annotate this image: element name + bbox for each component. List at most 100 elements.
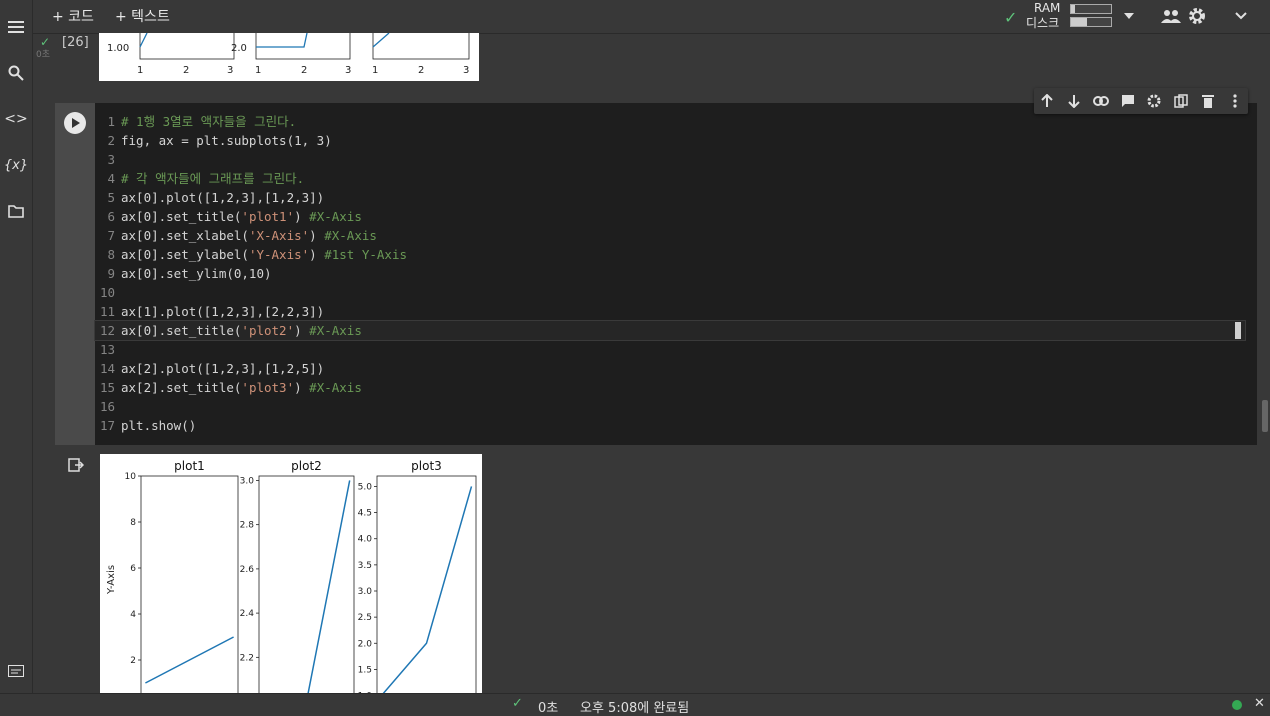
mini-xtick: 3 (227, 65, 233, 76)
y-tick-label: 2.2 (240, 653, 254, 663)
cell-gutter (55, 103, 95, 445)
disk-bar (1070, 17, 1112, 27)
run-cell-button[interactable] (64, 112, 86, 134)
y-tick-label: 4.0 (358, 535, 373, 545)
code-line[interactable]: 15 ax[2].set_title('plot3') #X-Axis (95, 378, 1245, 397)
code-line[interactable]: 4 # 각 액자들에 그래프를 그린다. (95, 169, 1245, 188)
page-scrollbar[interactable] (1262, 400, 1268, 432)
code-cell[interactable]: 1 # 1행 3열로 액자들을 그린다. 2 fig, ax = plt.subplo… (55, 103, 1257, 445)
line-number: 14 (99, 361, 115, 376)
ram-label: RAM (1034, 1, 1061, 15)
disk-label: 디스크 (1026, 16, 1060, 30)
collapse-chevron-icon[interactable] (1232, 7, 1250, 25)
code-post: ) (294, 380, 310, 395)
axes-frame (258, 475, 355, 694)
code-line[interactable]: 12 ax[0].set_title('plot2') #X-Axis (94, 320, 1246, 341)
resource-indicator[interactable]: ✓ RAM 디스크 (1004, 1, 1124, 31)
connected-check-icon: ✓ (1004, 8, 1018, 27)
mini-xtick: 1 (137, 65, 143, 76)
code-line[interactable]: 3 (95, 150, 1245, 169)
y-tick-label: 3.0 (240, 476, 255, 486)
series-line (381, 486, 473, 694)
code-line[interactable]: 13 (95, 340, 1245, 359)
code-code: plt.show() (121, 418, 197, 433)
ram-bar (1070, 4, 1112, 14)
axes-title: plot2 (291, 459, 322, 473)
terminal-icon[interactable] (6, 661, 26, 681)
code-line[interactable]: 2 fig, ax = plt.subplots(1, 3) (95, 131, 1245, 150)
code-line[interactable]: 5 ax[0].plot([1,2,3],[1,2,3]) (95, 188, 1245, 207)
code-line[interactable]: 14 ax[2].plot([1,2,3],[1,2,5]) (95, 359, 1245, 378)
code-post: ) (309, 247, 325, 262)
table-of-contents-icon[interactable] (6, 17, 26, 37)
close-status-icon[interactable]: ✕ (1254, 696, 1265, 711)
code-post: ) (294, 323, 310, 338)
code-snippets-icon[interactable]: <> (4, 109, 27, 129)
add-text-label: + 텍스트 (115, 9, 170, 25)
previous-exec-time: 0초 (36, 50, 51, 60)
status-exec-time: 0초 (538, 701, 559, 716)
top-toolbar: + 코드 + 텍스트 ✓ RAM 디스크 (0, 0, 1270, 34)
settings-gear-icon[interactable] (1187, 6, 1207, 26)
code-str: 'Y-Axis' (248, 247, 310, 262)
link-icon[interactable] (1092, 92, 1110, 110)
code-pre: ax[0].set_title( (121, 209, 242, 224)
code-comment: # 1행 3열로 액자들을 그린다. (121, 114, 297, 129)
mirror-cell-icon[interactable] (1172, 92, 1190, 110)
code-line[interactable]: 6 ax[0].set_title('plot1') #X-Axis (95, 207, 1245, 226)
axes-frame (376, 475, 477, 694)
mini-xtick: 2 (183, 65, 189, 76)
play-icon (72, 118, 80, 128)
code-pre: ax[0].set_xlabel( (121, 228, 249, 243)
y-tick-label: 2 (130, 656, 136, 666)
mini-xtick: 1 (372, 65, 378, 76)
code-line[interactable]: 9 ax[0].set_ylim(0,10) (95, 264, 1245, 283)
search-icon[interactable] (6, 63, 26, 83)
code-line[interactable]: 11 ax[1].plot([1,2,3],[2,2,3]) (95, 302, 1245, 321)
add-code-button[interactable]: + 코드 (52, 5, 94, 27)
code-line[interactable]: 7 ax[0].set_xlabel('X-Axis') #X-Axis (95, 226, 1245, 245)
editor-scroll-marker (1235, 322, 1241, 339)
code-line[interactable]: 16 (95, 397, 1245, 416)
code-editor[interactable]: 1 # 1행 3열로 액자들을 그린다. 2 fig, ax = plt.subplo… (94, 112, 1246, 435)
code-comment: #X-Axis (309, 380, 362, 395)
cell-settings-gear-icon[interactable] (1145, 92, 1163, 110)
mini-ytick-1: 1.00 (107, 43, 129, 54)
line-number: 4 (107, 171, 115, 186)
code-line[interactable]: 17 plt.show() (95, 416, 1245, 435)
line-number: 7 (107, 228, 115, 243)
share-people-icon[interactable] (1160, 6, 1182, 26)
mini-xtick: 3 (345, 65, 351, 76)
code-code: ax[0].plot([1,2,3],[1,2,3]) (121, 190, 325, 205)
line-number: 17 (99, 418, 115, 433)
series-line (307, 480, 351, 694)
variables-icon[interactable]: {x} (4, 155, 28, 175)
add-text-button[interactable]: + 텍스트 (115, 5, 170, 27)
code-line[interactable]: 8 ax[0].set_ylabel('Y-Axis') #1st Y-Axis (95, 245, 1245, 264)
move-up-icon[interactable] (1038, 92, 1056, 110)
code-line[interactable]: 1 # 1행 3열로 액자들을 그린다. (95, 112, 1245, 131)
output-figure: plot11086420Y-Axisplot23.02.82.62.42.22.… (100, 454, 482, 694)
y-tick-label: 1.5 (358, 665, 372, 675)
mini-xtick: 2 (418, 65, 424, 76)
y-tick-label: 10 (125, 472, 137, 482)
move-down-icon[interactable] (1065, 92, 1083, 110)
y-tick-label: 2.6 (240, 565, 255, 575)
delete-trash-icon[interactable] (1199, 92, 1217, 110)
y-tick-label: 2.0 (358, 639, 373, 649)
mini-xtick: 1 (255, 65, 261, 76)
previous-output-figure: 1.00 2.0 1 2 3 1 2 3 1 2 3 (99, 30, 479, 81)
line-number: 9 (107, 266, 115, 281)
output-actions-icon[interactable] (68, 457, 85, 476)
code-line[interactable]: 10 (95, 283, 1245, 302)
resource-dropdown-icon[interactable] (1120, 7, 1138, 25)
more-options-icon[interactable] (1226, 92, 1244, 110)
code-code: ax[1].plot([1,2,3],[2,2,3]) (121, 304, 325, 319)
files-folder-icon[interactable] (6, 201, 26, 221)
mini-ytick-2: 2.0 (231, 43, 247, 54)
previous-cell: ✓ 0초 [26] 1.00 2.0 1 2 3 1 2 3 1 2 3 (36, 30, 1256, 88)
code-comment: #1st Y-Axis (324, 247, 408, 262)
comment-icon[interactable] (1119, 92, 1137, 110)
code-pre: ax[0].set_title( (121, 323, 242, 338)
line-number: 12 (99, 323, 115, 338)
